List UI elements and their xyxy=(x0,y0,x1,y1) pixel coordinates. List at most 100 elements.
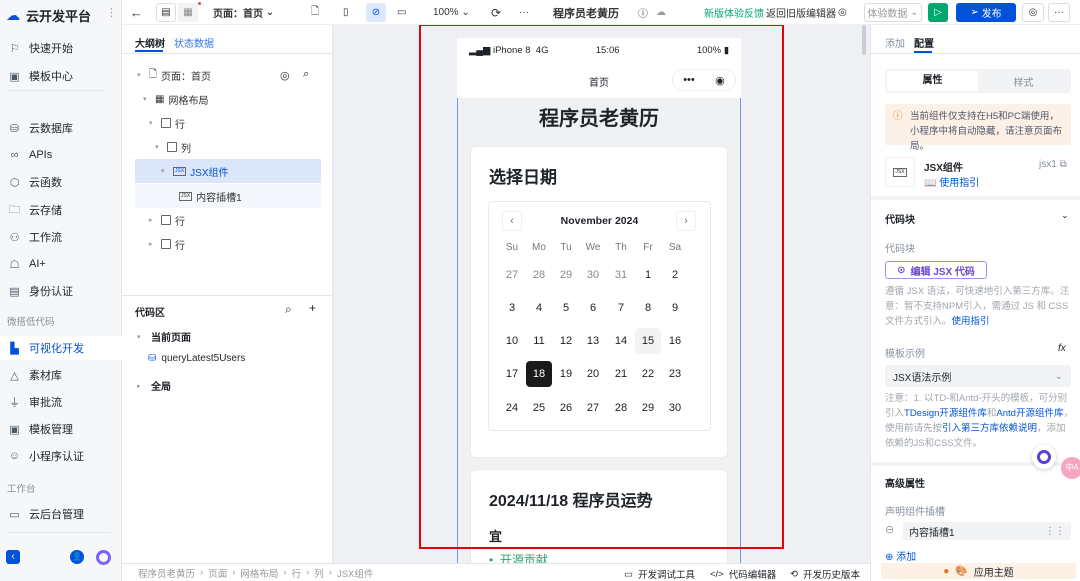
sidebar-item-label: 小程序认证 xyxy=(29,451,84,463)
refresh-icon[interactable]: ⟳ xyxy=(491,3,501,22)
settings-icon[interactable]: ◎ xyxy=(280,69,290,82)
tree-node[interactable]: JSX 内容插槽1 xyxy=(135,184,321,208)
design-canvas: ▂▄▆ iPhone 8 4G 15:06 100% ▮ 首页 ••• ◉ 程序员… xyxy=(333,25,870,563)
tab-state-data[interactable]: 状态数据 xyxy=(174,35,214,50)
sidebar-item-3[interactable]: ▣ 模板管理 xyxy=(0,417,122,441)
chevron-down-icon[interactable]: ⌄ xyxy=(1061,210,1069,221)
database-icon: ⛁ xyxy=(9,122,20,135)
ai-assistant-icon[interactable] xyxy=(96,550,111,565)
history-button[interactable]: ⟲ 开发历史版本 xyxy=(790,567,860,581)
slot-input[interactable]: 内容插槽1 ⋮⋮ xyxy=(903,522,1071,540)
search-icon[interactable]: ⌕ xyxy=(303,68,309,81)
caret-icon: ▾ xyxy=(137,72,141,79)
tree-node[interactable]: ▾ 列 xyxy=(135,135,321,159)
current-page-group[interactable]: ▾ 当前页面 xyxy=(137,329,191,344)
workflow-icon: ⚇ xyxy=(9,231,20,244)
query-item[interactable]: ⛁ queryLatest5Users xyxy=(148,353,245,364)
breadcrumb-item[interactable]: JSX组件 xyxy=(337,566,373,580)
code-editor-button[interactable]: </> 代码编辑器 xyxy=(710,567,776,581)
publish-button[interactable]: ➢ 发布 xyxy=(956,3,1016,22)
apply-theme-button[interactable]: ● 🎨 应用主题 xyxy=(881,563,1076,579)
info-icon[interactable]: ⓘ xyxy=(638,3,648,22)
mobile-view-icon[interactable]: ▯ xyxy=(343,3,349,22)
sidebar-item-8[interactable]: ▤ 身份认证 xyxy=(0,279,122,303)
desktop-view-icon[interactable]: ▭ xyxy=(397,3,406,22)
breadcrumb-item[interactable]: 列 xyxy=(314,566,324,580)
warning-icon: ⓘ xyxy=(893,111,903,122)
back-icon[interactable]: ← xyxy=(130,3,143,22)
breadcrumb-item[interactable]: 行 xyxy=(292,566,302,580)
tree-node[interactable]: ▾ 行 xyxy=(135,111,321,135)
breadcrumb-item[interactable]: 程序员老黄历 xyxy=(138,566,195,580)
collapse-sidebar-button[interactable]: ‹ xyxy=(6,550,20,564)
more-menu-button[interactable]: ··· xyxy=(1048,3,1070,22)
tree-node[interactable]: ▾ ▦ 网格布局 xyxy=(135,87,321,111)
sidebar-item-0[interactable]: ▙ 可视化开发 xyxy=(0,336,122,360)
tab-config[interactable]: 配置 xyxy=(914,35,934,50)
scrollbar[interactable] xyxy=(862,25,866,55)
sidebar-item-0[interactable]: ▭ 云后台管理 xyxy=(0,502,122,526)
page-view-icon[interactable]: ▤ xyxy=(156,3,176,22)
guide-link[interactable]: 使用指引 xyxy=(952,316,990,327)
sidebar-item-label: 快速开始 xyxy=(29,43,73,55)
sidebar-item-1[interactable]: △ 素材库 xyxy=(0,363,122,387)
search-icon[interactable]: ⌕ xyxy=(285,302,292,317)
tab-add[interactable]: 添加 xyxy=(885,35,905,50)
page-select[interactable]: 页面：首页 ⌄ xyxy=(213,3,274,22)
fx-icon[interactable]: fx xyxy=(1058,343,1066,354)
sidebar-item-7[interactable]: ☖ AI+ xyxy=(0,252,122,276)
data-select[interactable]: 体验数据 ⌄ xyxy=(864,3,922,22)
seg-properties[interactable]: 属性 xyxy=(887,71,978,91)
sidebar-item-3[interactable]: ∞ APIs xyxy=(0,143,122,167)
settings-icon[interactable]: ◎ xyxy=(1022,3,1044,22)
copy-icon[interactable]: ⧉ xyxy=(1060,159,1067,170)
run-button[interactable]: ▷ xyxy=(928,3,948,22)
template-select[interactable]: JSX语法示例 ⌄ xyxy=(885,365,1071,387)
window-icon: ▭ xyxy=(9,508,20,521)
user-avatar-icon[interactable]: 👤 xyxy=(70,550,84,564)
tree-node[interactable]: ▾ JSX JSX组件 xyxy=(135,159,321,183)
tree-node[interactable]: ▸ 行 xyxy=(135,232,321,256)
add-slot-button[interactable]: ⊕ 添加 xyxy=(885,548,916,563)
breadcrumb-item[interactable]: 页面 xyxy=(208,566,227,580)
seg-style[interactable]: 样式 xyxy=(978,74,1069,89)
more-vertical-icon[interactable]: ⋮ xyxy=(106,6,117,19)
remove-icon[interactable]: ⊖ xyxy=(885,523,894,536)
sidebar-item-5[interactable]: 🗀 云存储 xyxy=(0,198,122,222)
global-group[interactable]: ▸ 全局 xyxy=(137,378,171,393)
antd-link[interactable]: Antd开源组件库 xyxy=(996,408,1063,419)
zoom-select[interactable]: 100% ⌄ xyxy=(433,3,470,22)
robot-icon: ☖ xyxy=(9,258,20,271)
dependency-doc-link[interactable]: 引入第三方库依赖说明 xyxy=(942,423,1037,434)
add-page-icon[interactable]: 🗋 xyxy=(311,3,319,22)
sidebar-item-2[interactable]: ⛁ 云数据库 xyxy=(0,116,122,140)
guide-link[interactable]: 📖 使用指引 xyxy=(924,174,979,189)
tree-node[interactable]: ▾ 🗋 页面：首页 xyxy=(135,63,321,87)
user-icon[interactable]: ◎ xyxy=(838,3,847,22)
add-icon[interactable]: + xyxy=(309,301,316,315)
tree-node[interactable]: ▸ 行 xyxy=(135,208,321,232)
miniprogram-view-icon[interactable]: ⊘ xyxy=(366,3,386,22)
edit-jsx-button[interactable]: ⊙ 编辑 JSX 代码 xyxy=(885,261,987,279)
caret-icon: ▾ xyxy=(149,120,153,127)
code-section-title: 代码块 xyxy=(885,215,915,226)
feedback-link[interactable]: 新版体验反馈 xyxy=(704,3,764,22)
layout-icon: ▙ xyxy=(10,342,19,355)
breadcrumb-item[interactable]: 网格布局 xyxy=(240,566,278,580)
translate-icon[interactable]: 中A xyxy=(1061,457,1080,479)
sidebar-item-0[interactable]: ⚐ 快速开始 xyxy=(0,36,122,60)
layout-view-icon[interactable]: ▦ xyxy=(178,3,198,22)
ai-assistant-button[interactable] xyxy=(1032,445,1056,469)
sidebar-item-2[interactable]: ⏚ 审批流 xyxy=(0,390,122,414)
sidebar-item-4[interactable]: ☺ 小程序认证 xyxy=(0,444,122,468)
sidebar-item-6[interactable]: ⚇ 工作流 xyxy=(0,225,122,249)
more-icon[interactable]: ··· xyxy=(519,3,529,22)
divider xyxy=(7,90,105,91)
sidebar-item-label: 工作流 xyxy=(29,232,62,244)
tdesign-link[interactable]: TDesign开源组件库 xyxy=(904,408,987,419)
back-old-editor-link[interactable]: 返回旧版编辑器 xyxy=(766,3,836,22)
tab-outline[interactable]: 大纲树 xyxy=(135,35,165,50)
debug-tools-button[interactable]: ▭ 开发调试工具 xyxy=(624,567,695,581)
sidebar-item-1[interactable]: ▣ 模板中心 xyxy=(0,64,122,88)
sidebar-item-4[interactable]: ⬡ 云函数 xyxy=(0,170,122,194)
